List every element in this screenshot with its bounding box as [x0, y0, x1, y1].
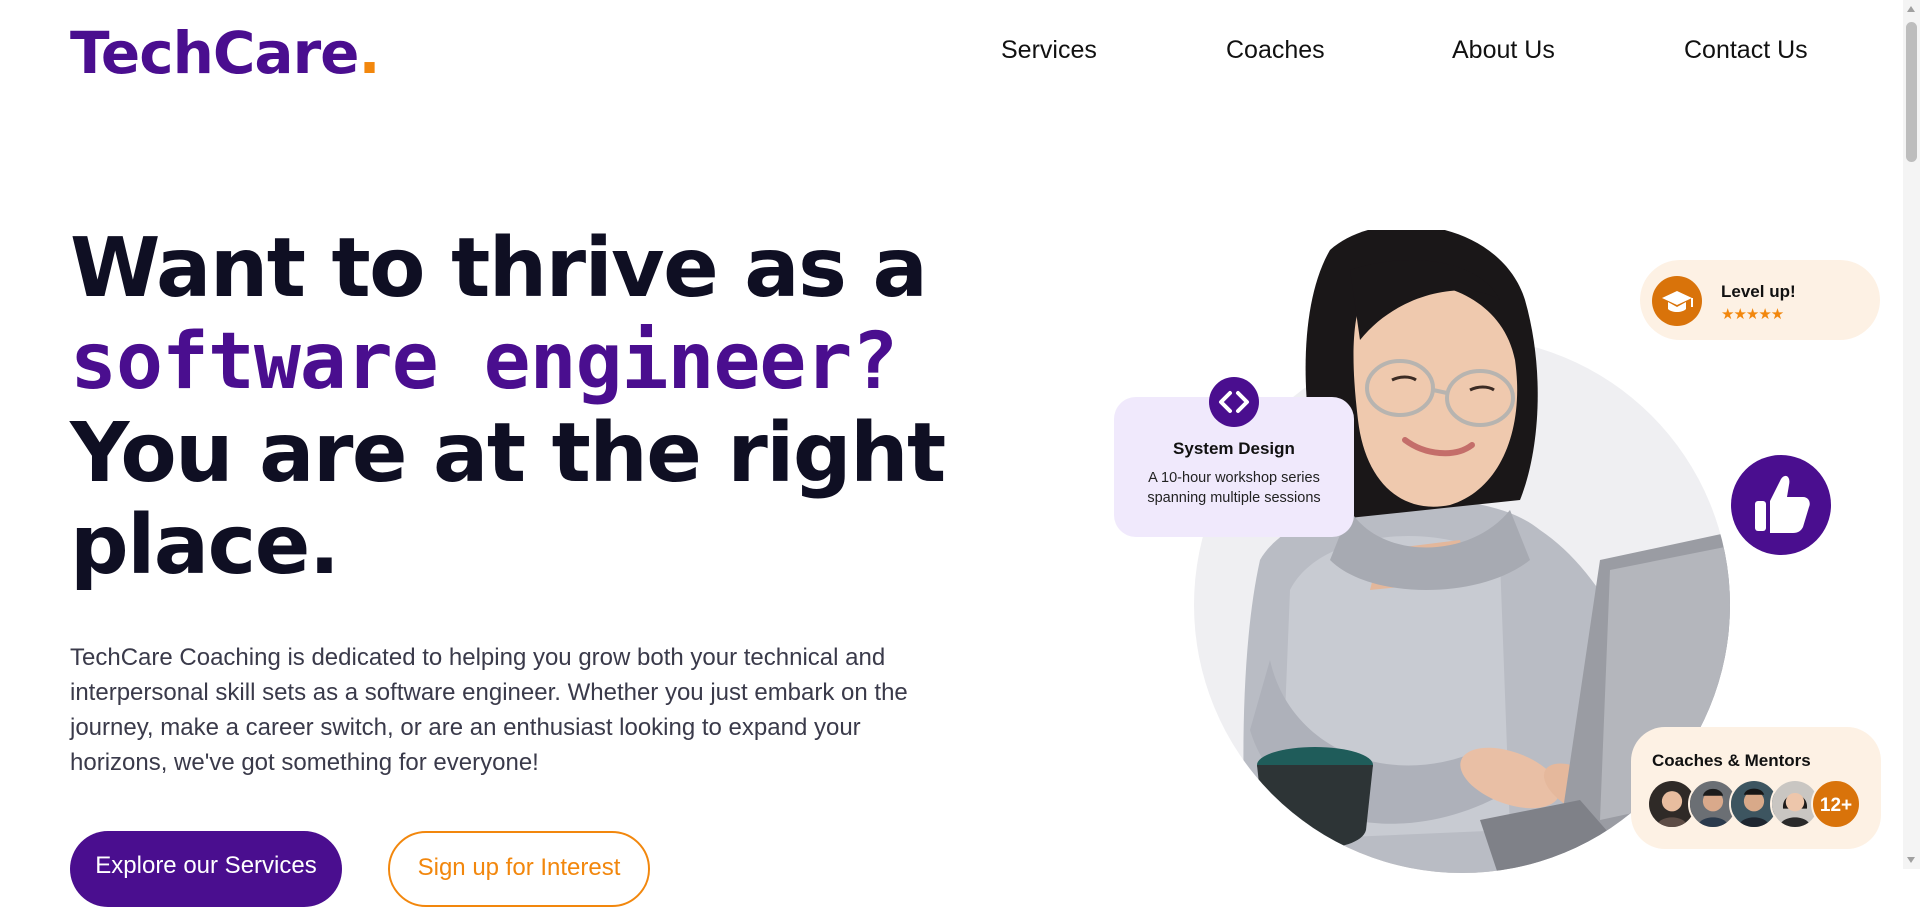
coaches-mentors-card[interactable]: Coaches & Mentors 12+ [1631, 727, 1881, 849]
code-brackets-icon [1209, 377, 1259, 427]
level-up-title: Level up! [1721, 282, 1796, 301]
main-navigation: Services Coaches About Us Contact Us [0, 30, 1920, 70]
system-design-card[interactable]: System Design A 10-hour workshop series … [1114, 377, 1354, 537]
nav-coaches[interactable]: Coaches [1226, 30, 1325, 70]
sign-up-interest-button[interactable]: Sign up for Interest [388, 831, 650, 907]
system-design-title: System Design [1173, 439, 1295, 458]
scroll-up-arrow-icon[interactable] [1907, 6, 1915, 12]
nav-about-us[interactable]: About Us [1452, 30, 1555, 70]
page-scrollbar[interactable] [1903, 0, 1920, 869]
nav-services[interactable]: Services [1001, 30, 1097, 70]
headline-pre: Want to thrive as a [70, 221, 928, 316]
nav-contact-us[interactable]: Contact Us [1684, 30, 1808, 70]
system-design-description: A 10-hour workshop series spanning multi… [1147, 470, 1321, 506]
headline-post: You are at the right place. [70, 406, 946, 593]
headline-highlight: software engineer? [70, 317, 898, 407]
level-up-card: Level up! ★★★★★ [1640, 260, 1880, 340]
graduation-cap-icon [1652, 276, 1702, 326]
rating-stars: ★★★★★ [1721, 306, 1784, 323]
scroll-down-arrow-icon[interactable] [1907, 857, 1915, 863]
scrollbar-thumb[interactable] [1906, 22, 1917, 162]
explore-services-button[interactable]: Explore our Services [70, 831, 342, 907]
thumbs-up-icon [1731, 455, 1831, 555]
coaches-count-badge: 12+ [1811, 779, 1861, 829]
hero-intro: TechCare Coaching is dedicated to helpin… [70, 644, 908, 776]
hero-headline: Want to thrive as a software engineer? Y… [70, 223, 970, 592]
coaches-mentors-title: Coaches & Mentors [1652, 751, 1811, 770]
